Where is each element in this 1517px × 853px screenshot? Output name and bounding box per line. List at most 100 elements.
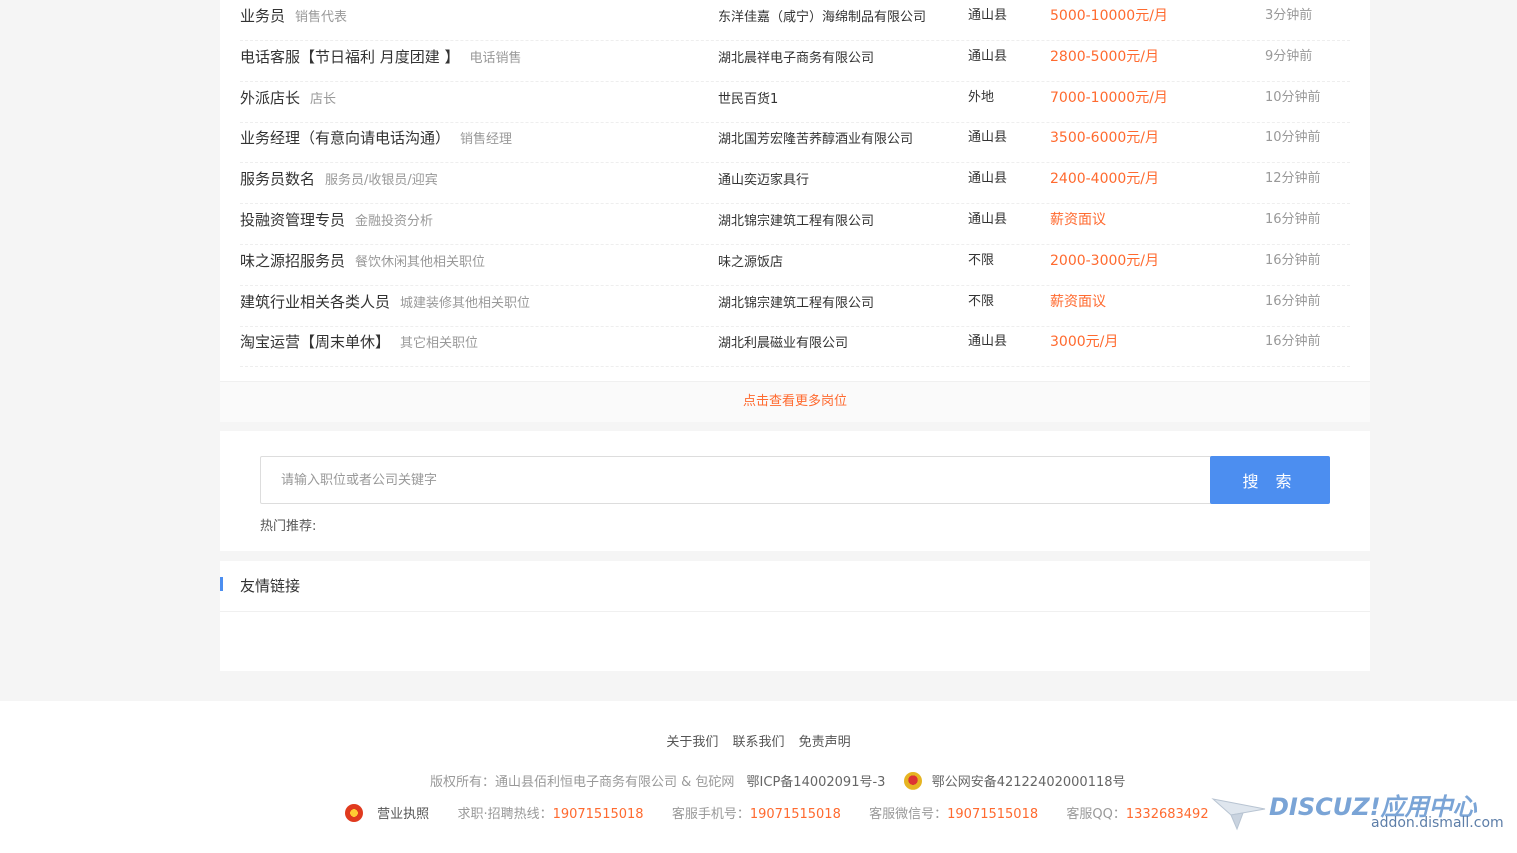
job-row[interactable]: 淘宝运营【周末单休】 其它相关职位 湖北利晨磁业有限公司 通山县 3000元/月 16分钟… [240,326,1350,367]
footer-link-disclaimer[interactable]: 免责声明 [799,735,851,750]
job-location: 通山县 [968,212,1008,227]
job-location: 不限 [968,294,995,309]
job-row[interactable]: 服务员数名 服务员/收银员/迎宾 通山奕迈家具行 通山县 2400-4000元/月 12分… [240,163,1350,204]
icp-link[interactable]: 鄂ICP备14002091号-3 [747,775,886,790]
section-accent-bar [220,577,223,591]
job-title-wrap: 业务员 销售代表 [240,0,347,40]
paper-plane-icon [1211,798,1266,831]
job-salary: 5000-10000元/月 [1050,8,1168,24]
friend-links-header: 友情链接 [220,561,1370,612]
job-salary: 2400-4000元/月 [1050,171,1160,187]
job-location: 外地 [968,90,995,105]
job-title-wrap: 投融资管理专员 金融投资分析 [240,204,433,244]
watermark-url: addon.dismall.com [1371,815,1504,831]
job-title[interactable]: 外派店长 [240,89,300,107]
job-company[interactable]: 湖北锦宗建筑工程有限公司 [718,286,874,322]
job-title[interactable]: 电话客服【节日福利 月度团建 】 [240,48,460,66]
job-location: 通山县 [968,49,1008,64]
job-company[interactable]: 世民百货1 [718,82,778,118]
job-row[interactable]: 外派店长 店长 世民百货1 外地 7000-10000元/月 10分钟前 [240,82,1350,123]
job-title[interactable]: 服务员数名 [240,170,315,188]
job-title[interactable]: 味之源招服务员 [240,252,345,270]
search-button[interactable]: 搜 索 [1210,456,1330,504]
hotline-number: 19071515018 [552,807,644,822]
job-title-wrap: 淘宝运营【周末单休】 其它相关职位 [240,326,478,366]
job-title-wrap: 电话客服【节日福利 月度团建 】电话销售 [240,41,522,81]
qq-number: 1332683492 [1125,807,1209,822]
footer-contact-line: 营业执照 求职·招聘热线：19071515018 客服手机号：190715150… [345,803,1209,824]
job-category: 销售代表 [295,10,348,25]
job-category: 其它相关职位 [400,336,479,351]
hotline-label: 求职·招聘热线： [457,807,553,822]
job-title-wrap: 外派店长 店长 [240,82,336,122]
job-salary: 薪资面议 [1050,294,1106,310]
job-location: 不限 [968,253,995,268]
friend-links-title: 友情链接 [240,577,301,595]
job-category: 城建装修其他相关职位 [400,296,531,311]
job-category: 服务员/收银员/迎宾 [325,173,438,188]
job-salary: 薪资面议 [1050,212,1106,228]
job-company[interactable]: 湖北国芳宏隆苦荞醇酒业有限公司 [718,122,913,158]
job-time: 16分钟前 [1265,212,1321,227]
job-time: 9分钟前 [1265,49,1313,64]
job-time: 10分钟前 [1265,130,1321,145]
job-category: 电话销售 [469,51,522,66]
job-time: 16分钟前 [1265,253,1321,268]
footer-copyright-line: 版权所有：通山县佰利恒电子商务有限公司 & 包砣网 鄂ICP备14002091号… [430,771,1126,792]
job-location: 通山县 [968,171,1008,186]
job-title-wrap: 建筑行业相关各类人员 城建装修其他相关职位 [240,286,530,326]
job-salary: 3500-6000元/月 [1050,130,1160,146]
job-category: 店长 [310,92,337,107]
job-title[interactable]: 业务经理（有意向请电话沟通） [240,129,450,147]
job-title-wrap: 业务经理（有意向请电话沟通） 销售经理 [240,122,512,162]
business-license-link[interactable]: 营业执照 [377,807,429,822]
job-row[interactable]: 投融资管理专员 金融投资分析 湖北锦宗建筑工程有限公司 通山县 薪资面议 16分钟前 [240,204,1350,245]
mobile-number: 19071515018 [749,807,841,822]
job-title-wrap: 味之源招服务员 餐饮休闲其他相关职位 [240,245,485,285]
mobile-label: 客服手机号： [671,807,750,822]
job-company[interactable]: 湖北利晨磁业有限公司 [718,326,848,362]
job-row[interactable]: 业务员 销售代表 东洋佳嘉（咸宁）海绵制品有限公司 通山县 5000-10000元/月 3… [240,0,1350,41]
job-salary: 3000元/月 [1050,334,1119,350]
job-title[interactable]: 投融资管理专员 [240,211,345,229]
job-row[interactable]: 建筑行业相关各类人员 城建装修其他相关职位 湖北锦宗建筑工程有限公司 不限 薪资面议 16… [240,286,1350,327]
job-time: 16分钟前 [1265,334,1321,349]
job-row[interactable]: 业务经理（有意向请电话沟通） 销售经理 湖北国芳宏隆苦荞醇酒业有限公司 通山县 3500… [240,122,1350,163]
job-company[interactable]: 湖北晨祥电子商务有限公司 [718,41,874,77]
search-input[interactable] [260,456,1220,504]
watermark: DISCUZ!应用中心 addon.dismall.com [1211,787,1504,837]
job-location: 通山县 [968,8,1008,23]
job-row[interactable]: 味之源招服务员 餐饮休闲其他相关职位 味之源饭店 不限 2000-3000元/月 16分钟… [240,245,1350,286]
job-location: 通山县 [968,130,1008,145]
more-jobs-link[interactable]: 点击查看更多岗位 [220,381,1370,422]
friend-links-panel: 友情链接 [220,561,1370,671]
job-salary: 2800-5000元/月 [1050,49,1160,65]
job-time: 10分钟前 [1265,90,1321,105]
wechat-label: 客服微信号： [869,807,948,822]
footer-nav: 关于我们 联系我们 免责声明 [0,731,1517,750]
copyright-text: 版权所有：通山县佰利恒电子商务有限公司 & 包砣网 [430,775,735,790]
job-category: 金融投资分析 [355,214,434,229]
search-panel: 搜 索 热门推荐: [220,431,1370,551]
footer-link-about[interactable]: 关于我们 [666,735,718,750]
police-record-link[interactable]: 鄂公网安备42122402000118号 [932,775,1126,790]
job-time: 16分钟前 [1265,294,1321,309]
job-location: 通山县 [968,334,1008,349]
job-company[interactable]: 湖北锦宗建筑工程有限公司 [718,204,874,240]
footer-link-contact[interactable]: 联系我们 [732,735,784,750]
job-category: 销售经理 [460,132,513,147]
job-title-wrap: 服务员数名 服务员/收银员/迎宾 [240,163,438,203]
job-title[interactable]: 业务员 [240,7,285,25]
job-company[interactable]: 东洋佳嘉（咸宁）海绵制品有限公司 [718,0,926,36]
job-title[interactable]: 建筑行业相关各类人员 [240,293,390,311]
job-time: 12分钟前 [1265,171,1321,186]
job-salary: 7000-10000元/月 [1050,90,1168,106]
job-title[interactable]: 淘宝运营【周末单休】 [240,333,390,351]
job-row[interactable]: 电话客服【节日福利 月度团建 】电话销售 湖北晨祥电子商务有限公司 通山县 2800-… [240,41,1350,82]
job-company[interactable]: 通山奕迈家具行 [718,163,809,199]
license-badge-icon [345,803,363,822]
wechat-number: 19071515018 [947,807,1039,822]
job-list-panel: 业务员 销售代表 东洋佳嘉（咸宁）海绵制品有限公司 通山县 5000-10000元/月 3… [220,0,1370,422]
job-time: 3分钟前 [1265,8,1313,23]
job-company[interactable]: 味之源饭店 [718,245,783,281]
